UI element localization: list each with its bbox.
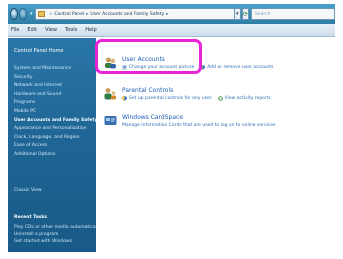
address-dropdown-button[interactable]: ▾ [234, 8, 241, 20]
sidebar-item-network[interactable]: Network and Internet [14, 82, 97, 91]
setup-parental-controls-link[interactable]: Set up parental controls for any user [129, 96, 212, 101]
shield-icon [122, 96, 127, 101]
classic-view-link[interactable]: Classic View [14, 188, 42, 193]
sidebar-item-additional-options[interactable]: Additional Options [14, 151, 97, 160]
breadcrumb-user-accounts[interactable]: User Accounts and Family Safety [90, 12, 164, 17]
activity-report-icon [217, 96, 223, 101]
control-panel-folder-icon [37, 11, 45, 17]
cardspace-icon[interactable] [104, 114, 117, 127]
refresh-button[interactable]: ⟳ [241, 8, 249, 20]
menu-view[interactable]: View [45, 27, 57, 33]
back-button[interactable]: ‹ [10, 8, 19, 20]
menu-edit[interactable]: Edit [27, 27, 37, 33]
recent-task-item[interactable]: Uninstall a program [14, 231, 101, 238]
view-activity-reports-link[interactable]: View activity reports [225, 96, 271, 101]
control-panel-home-link[interactable]: Control Panel Home [14, 48, 64, 54]
category-windows-cardspace: Windows CardSpace Manage Information Car… [104, 114, 275, 128]
manage-information-cards-link[interactable]: Manage Information Cards that are used t… [122, 123, 275, 128]
sidebar-item-system-maintenance[interactable]: System and Maintenance [14, 65, 97, 74]
menu-tools[interactable]: Tools [65, 27, 77, 33]
search-input[interactable]: Search [251, 8, 335, 20]
recent-task-item[interactable]: Get started with Windows [14, 238, 101, 245]
menu-help[interactable]: Help [85, 27, 96, 33]
address-field[interactable]: » Control Panel ▸ User Accounts and Fami… [34, 8, 235, 20]
breadcrumb-control-panel[interactable]: Control Panel [54, 12, 84, 17]
recent-tasks-list: Play CDs or other media automatically Un… [14, 224, 101, 245]
recent-pages-dropdown[interactable]: ▾ [30, 11, 33, 17]
category-list: System and Maintenance Security Network … [14, 65, 97, 160]
sidebar-item-mobile-pc[interactable]: Mobile PC [14, 108, 97, 117]
task-sidebar: Control Panel Home System and Maintenanc… [8, 38, 101, 252]
parental-controls-title[interactable]: Parental Controls [122, 87, 271, 94]
recent-tasks-heading: Recent Tasks [14, 215, 48, 220]
sidebar-item-user-accounts[interactable]: User Accounts and Family Safety [14, 117, 97, 126]
menu-file[interactable]: File [11, 27, 19, 33]
sidebar-item-security[interactable]: Security [14, 74, 97, 83]
add-remove-accounts-link[interactable]: Add or remove user accounts [207, 65, 273, 70]
sidebar-item-ease-of-access[interactable]: Ease of Access [14, 142, 97, 151]
user-accounts-highlight-box [95, 39, 202, 74]
menu-bar: File Edit View Tools Help [8, 24, 335, 37]
sidebar-item-clock-language[interactable]: Clock, Language, and Region [14, 134, 97, 143]
parental-controls-icon[interactable] [104, 87, 117, 100]
sidebar-item-hardware-sound[interactable]: Hardware and Sound [14, 91, 97, 100]
address-bar: ‹ › ▾ » Control Panel ▸ User Accounts an… [8, 4, 335, 24]
recent-task-item[interactable]: Play CDs or other media automatically [14, 224, 101, 231]
cardspace-title[interactable]: Windows CardSpace [122, 114, 275, 121]
sidebar-item-programs[interactable]: Programs [14, 99, 97, 108]
category-parental-controls: Parental Controls Set up parental contro… [104, 87, 271, 101]
sidebar-item-appearance[interactable]: Appearance and Personalization [14, 125, 97, 134]
forward-button[interactable]: › [19, 8, 28, 20]
